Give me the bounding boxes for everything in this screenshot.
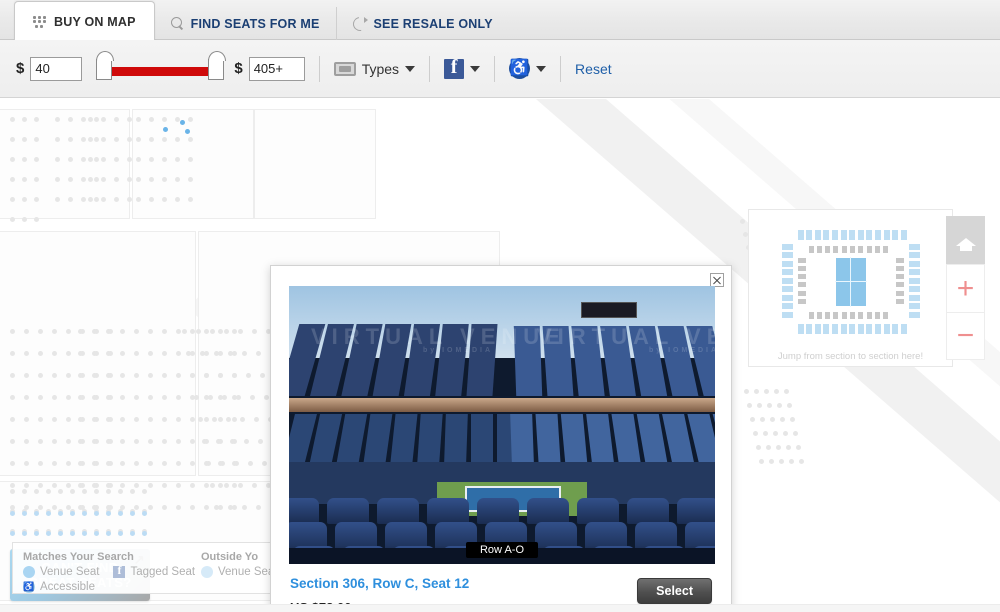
legend-row: Accessible: [23, 581, 201, 593]
slider-handle-min[interactable]: [96, 50, 115, 80]
close-icon[interactable]: [710, 273, 724, 287]
divider: [560, 55, 562, 82]
chevron-down-icon: [536, 65, 547, 72]
legend-matches-column: Matches Your Search Venue Seat Tagged Se…: [23, 551, 201, 593]
seat-map-canvas[interactable]: ↗ CAN'T FIND GREAT SEATS? Jump from sect…: [0, 99, 1000, 612]
minimap-stadium-diagram[interactable]: [775, 221, 927, 343]
divider: [494, 55, 496, 82]
refresh-icon: [353, 16, 368, 31]
legend-item-tagged-seat: Tagged Seat: [113, 563, 196, 578]
virtual-venue-image: VIRTUAL VENUE by IOMEDIA VIRTUAL VENUE b…: [289, 286, 715, 564]
reset-button[interactable]: Reset: [575, 61, 612, 77]
legend-item-venue-seat-outside: Venue Seat: [201, 566, 277, 578]
accessible-icon: [509, 58, 531, 79]
legend-item-accessible: Accessible: [23, 581, 95, 593]
footer-strip: [0, 604, 1000, 612]
types-label: Types: [361, 60, 400, 77]
zoom-controls: + −: [946, 216, 985, 360]
zoom-out-label: −: [956, 319, 975, 352]
seat-map-app: BUY ON MAP FIND SEATS FOR ME SEE RESALE …: [0, 0, 1000, 612]
chevron-down-icon: [405, 65, 416, 72]
watermark-sub: by IOMEDIA: [649, 347, 715, 354]
section-panel[interactable]: [132, 109, 254, 219]
tab-list: BUY ON MAP FIND SEATS FOR ME SEE RESALE …: [14, 0, 509, 41]
types-dropdown[interactable]: Types: [333, 60, 416, 77]
tab-buy-on-map-label: BUY ON MAP: [54, 14, 136, 29]
legend-label: Tagged Seat: [130, 566, 196, 578]
legend-item-venue-seat: Venue Seat: [23, 566, 99, 578]
section-panel[interactable]: [0, 109, 130, 219]
watermark: VIRTUAL VENUE by IOMEDIA: [311, 324, 566, 354]
filter-bar: $ $ Types Reset: [0, 40, 1000, 98]
facebook-icon: [444, 56, 465, 79]
zoom-out-button[interactable]: −: [946, 312, 985, 360]
tab-see-resale-only[interactable]: SEE RESALE ONLY: [337, 7, 509, 40]
tab-buy-on-map[interactable]: BUY ON MAP: [14, 1, 155, 41]
tab-find-seats-for-me-label: FIND SEATS FOR ME: [190, 16, 320, 31]
seat-detail-popup: VIRTUAL VENUE by IOMEDIA VIRTUAL VENUE b…: [270, 265, 732, 612]
venue-seat-dot-icon: [23, 566, 35, 578]
home-button[interactable]: [946, 216, 985, 264]
tab-find-seats-for-me[interactable]: FIND SEATS FOR ME: [155, 7, 337, 40]
search-icon: [170, 17, 184, 30]
venue-seat-pale-dot-icon: [201, 566, 213, 578]
section-panel[interactable]: [254, 109, 376, 219]
divider: [318, 55, 320, 82]
slider-track: [106, 66, 215, 76]
slider-handle-max[interactable]: [208, 50, 227, 80]
minimap-panel[interactable]: Jump from section to section here!: [748, 209, 953, 367]
legend-label: Venue Seat: [40, 566, 100, 578]
max-currency-symbol: $: [234, 60, 243, 77]
home-icon: [955, 232, 976, 251]
select-button[interactable]: Select: [637, 578, 712, 604]
accessible-dropdown[interactable]: [509, 58, 547, 79]
seat-location-link[interactable]: Section 306, Row C, Seat 12: [290, 576, 469, 591]
facebook-tagged-icon: [113, 563, 126, 578]
divider: [429, 55, 431, 82]
zoom-in-button[interactable]: +: [946, 264, 985, 312]
grid-map-icon: [33, 15, 47, 28]
price-range-slider[interactable]: [96, 50, 227, 82]
min-price-input[interactable]: [30, 56, 83, 81]
min-currency-symbol: $: [16, 60, 25, 77]
ticket-icon: [333, 61, 356, 76]
legend-label: Accessible: [40, 581, 95, 593]
minimap-caption: Jump from section to section here!: [777, 351, 924, 362]
legend-matches-heading: Matches Your Search: [23, 551, 134, 563]
max-price-input[interactable]: [248, 56, 305, 81]
row-label: Row A-O: [465, 542, 539, 558]
zoom-in-label: +: [956, 271, 975, 305]
accessible-dot-icon: [23, 581, 35, 593]
watermark: VIRTUAL VENUE by IOMEDIA: [537, 324, 715, 354]
tab-see-resale-only-label: SEE RESALE ONLY: [373, 16, 493, 31]
legend-label: Venue Seat: [218, 566, 278, 578]
legend-row: Venue Seat Tagged Seat: [23, 563, 201, 578]
chevron-down-icon: [470, 65, 481, 72]
tab-bar: BUY ON MAP FIND SEATS FOR ME SEE RESALE …: [0, 0, 1000, 41]
facebook-dropdown[interactable]: [444, 56, 481, 79]
